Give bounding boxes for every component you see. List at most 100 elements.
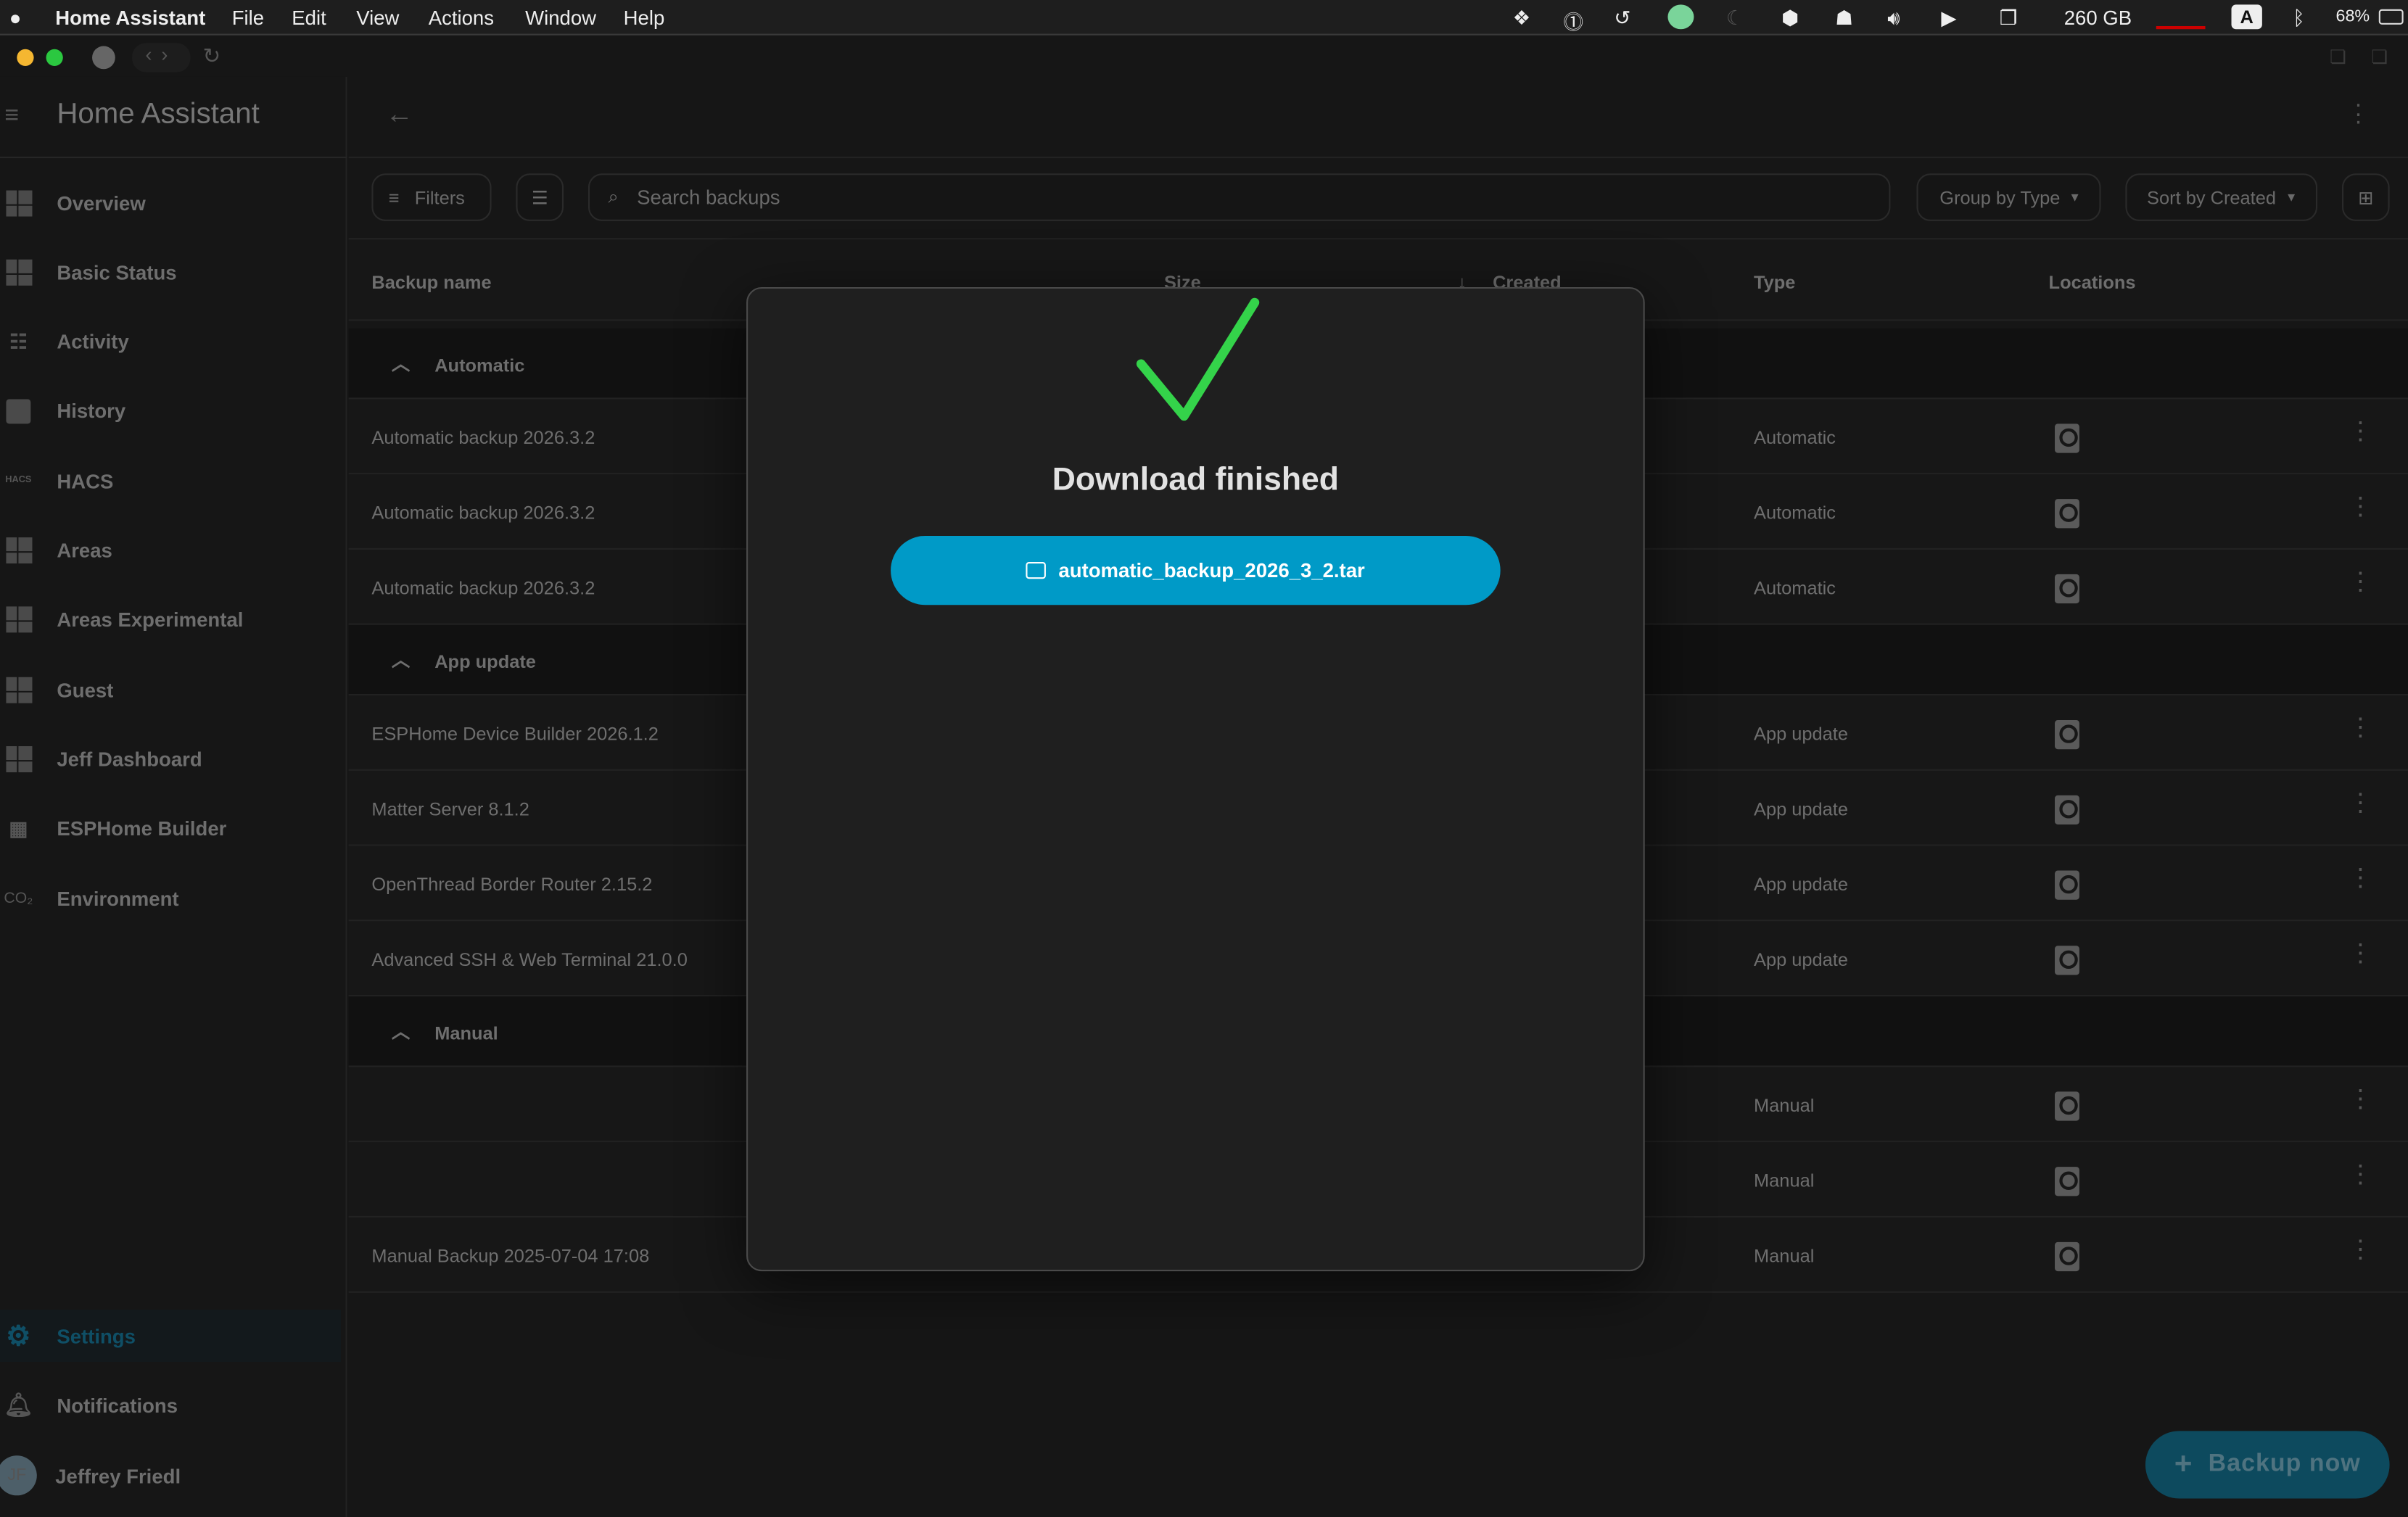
- ghost-icon[interactable]: ☗: [1835, 6, 1853, 30]
- sidebar-item-history[interactable]: History: [0, 385, 341, 437]
- backup-name: Automatic backup 2026.3.2: [371, 426, 595, 449]
- folder-icon: [1026, 561, 1047, 579]
- chevron-up-icon[interactable]: ︿: [392, 646, 410, 672]
- sidebar-item-notifications[interactable]: 🔔︎ Notifications: [0, 1378, 341, 1431]
- menu-view[interactable]: View: [356, 6, 399, 29]
- column-backup-name[interactable]: Backup name: [371, 272, 491, 294]
- battery-icon: [2378, 9, 2404, 25]
- compass-icon[interactable]: [92, 46, 115, 70]
- password-manager-icon[interactable]: ⓵: [1563, 6, 1583, 35]
- sidebar-item-overview[interactable]: Overview: [0, 176, 341, 228]
- apple-icon[interactable]: ●: [9, 6, 22, 29]
- backup-now-button[interactable]: + Backup now: [2145, 1431, 2390, 1499]
- hard-disk-icon: [2055, 1241, 2079, 1272]
- backup-now-label: Backup now: [2208, 1450, 2361, 1477]
- dialog-title: Download finished: [1052, 462, 1339, 498]
- sidebar-item-activity[interactable]: ☷ Activity: [0, 315, 341, 368]
- selection-mode-button[interactable]: ☰: [516, 173, 564, 221]
- collapse-menu-icon[interactable]: ≡: [4, 103, 19, 131]
- row-menu-icon[interactable]: ⋮: [2348, 1239, 2372, 1264]
- moon-icon[interactable]: ☾: [1726, 6, 1744, 30]
- row-menu-icon[interactable]: ⋮: [2348, 791, 2372, 817]
- screens-icon[interactable]: ❐: [2000, 6, 2018, 30]
- dropbox-icon[interactable]: ❖: [1513, 6, 1531, 30]
- minimize-button[interactable]: [17, 49, 34, 67]
- row-menu-icon[interactable]: ⋮: [2348, 867, 2372, 892]
- battery-percent: 68%: [2335, 7, 2370, 26]
- open-file-button[interactable]: automatic_backup_2026_3_2.tar: [891, 535, 1501, 605]
- backup-type: App update: [1754, 873, 1848, 896]
- search-input[interactable]: ⌕ Search backups: [587, 173, 1891, 221]
- backup-type: Manual: [1754, 1094, 1815, 1117]
- back-forward-buttons[interactable]: ‹›: [132, 43, 191, 73]
- menu-edit[interactable]: Edit: [292, 6, 326, 29]
- sidebar-item-hacs[interactable]: HACS HACS: [0, 455, 341, 507]
- sidebar-item-guest[interactable]: Guest: [0, 664, 341, 716]
- sidebar-item-settings[interactable]: ⚙ Settings: [0, 1310, 342, 1363]
- column-type[interactable]: Type: [1754, 272, 1795, 294]
- row-menu-icon[interactable]: ⋮: [2348, 571, 2372, 596]
- shortcut-icon[interactable]: ⬢: [1781, 6, 1799, 30]
- sidebar-item-areas-experimental[interactable]: Areas Experimental: [0, 594, 341, 646]
- hard-disk-icon: [2055, 499, 2079, 529]
- row-menu-icon[interactable]: ⋮: [2348, 1088, 2372, 1113]
- filters-button[interactable]: ≡ Filters: [371, 173, 492, 221]
- input-source[interactable]: A: [2231, 4, 2262, 30]
- backup-name: ESPHome Device Builder 2026.1.2: [371, 723, 659, 745]
- row-menu-icon[interactable]: ⋮: [2348, 495, 2372, 521]
- sort-by-label: Sort by Created: [2147, 186, 2277, 208]
- line-icon[interactable]: [1667, 4, 1694, 30]
- row-menu-icon[interactable]: ⋮: [2348, 942, 2372, 967]
- backup-type: App update: [1754, 798, 1848, 820]
- sort-by-dropdown[interactable]: Sort by Created ▼: [2125, 173, 2318, 221]
- volume-icon[interactable]: 🔊︎: [1887, 6, 1900, 30]
- menu-file[interactable]: File: [232, 6, 264, 29]
- row-menu-icon[interactable]: ⋮: [2348, 716, 2372, 742]
- menu-app-name[interactable]: Home Assistant: [55, 6, 205, 29]
- sidebar-item-jeff-dashboard[interactable]: Jeff Dashboard: [0, 733, 341, 785]
- zoom-button[interactable]: [46, 49, 63, 67]
- play-icon[interactable]: ▶: [1941, 6, 1956, 30]
- menu-actions[interactable]: Actions: [429, 6, 494, 29]
- column-locations[interactable]: Locations: [2049, 272, 2136, 294]
- row-menu-icon[interactable]: ⋮: [2348, 420, 2372, 445]
- checkmark-icon: [1136, 297, 1260, 421]
- menu-window[interactable]: Window: [525, 6, 596, 29]
- sidebar-item-areas[interactable]: Areas: [0, 524, 341, 576]
- overflow-menu-icon[interactable]: · · ·: [2354, 93, 2362, 134]
- sidebar-item-label: Jeff Dashboard: [57, 747, 202, 771]
- backup-name: Matter Server 8.1.2: [371, 798, 529, 820]
- sidebar-item-label: Basic Status: [57, 260, 177, 284]
- caret-down-icon: ▼: [2069, 190, 2082, 204]
- sidebar-item-label: Settings: [57, 1324, 136, 1347]
- bluetooth-icon[interactable]: ᛒ: [2293, 6, 2305, 29]
- sidebar-item-label: Areas Experimental: [57, 608, 244, 632]
- backup-type: Automatic: [1754, 426, 1836, 449]
- download-finished-dialog: Download finished automatic_backup_2026_…: [746, 286, 1645, 1272]
- chevron-up-icon[interactable]: ︿: [392, 1018, 410, 1044]
- sidebar-item-label: Guest: [57, 678, 114, 701]
- group-by-label: Group by Type: [1939, 186, 2061, 208]
- menu-help[interactable]: Help: [624, 6, 665, 29]
- row-menu-icon[interactable]: ⋮: [2348, 1163, 2372, 1189]
- divider: [0, 156, 347, 159]
- sidebar-item-esphome-builder[interactable]: ▦ ESPHome Builder: [0, 803, 341, 855]
- search-icon: ⌕: [608, 186, 619, 207]
- copy-icon[interactable]: ❏: [2330, 46, 2346, 68]
- backup-type: App update: [1754, 948, 1848, 971]
- backup-type: Manual: [1754, 1245, 1815, 1267]
- reload-icon[interactable]: ↻: [202, 43, 220, 69]
- sidebar-item-environment[interactable]: CO₂ Environment: [0, 872, 341, 925]
- chevron-up-icon[interactable]: ︿: [392, 350, 410, 376]
- bell-icon: 🔔︎: [4, 1392, 33, 1419]
- group-by-dropdown[interactable]: Group by Type ▼: [1916, 173, 2101, 221]
- share-icon[interactable]: ❏: [2371, 46, 2388, 68]
- hard-disk-icon: [2055, 423, 2079, 453]
- dashboard-icon: [4, 258, 32, 286]
- backup-name: Automatic backup 2026.3.2: [371, 502, 595, 524]
- time-machine-icon[interactable]: ↺: [1614, 6, 1630, 30]
- table-settings-button[interactable]: ⊞: [2341, 173, 2390, 221]
- back-arrow-icon[interactable]: ←: [385, 99, 413, 131]
- sidebar-item-profile[interactable]: JF Jeffrey Friedl: [0, 1450, 341, 1502]
- sidebar-item-basic-status[interactable]: Basic Status: [0, 246, 341, 298]
